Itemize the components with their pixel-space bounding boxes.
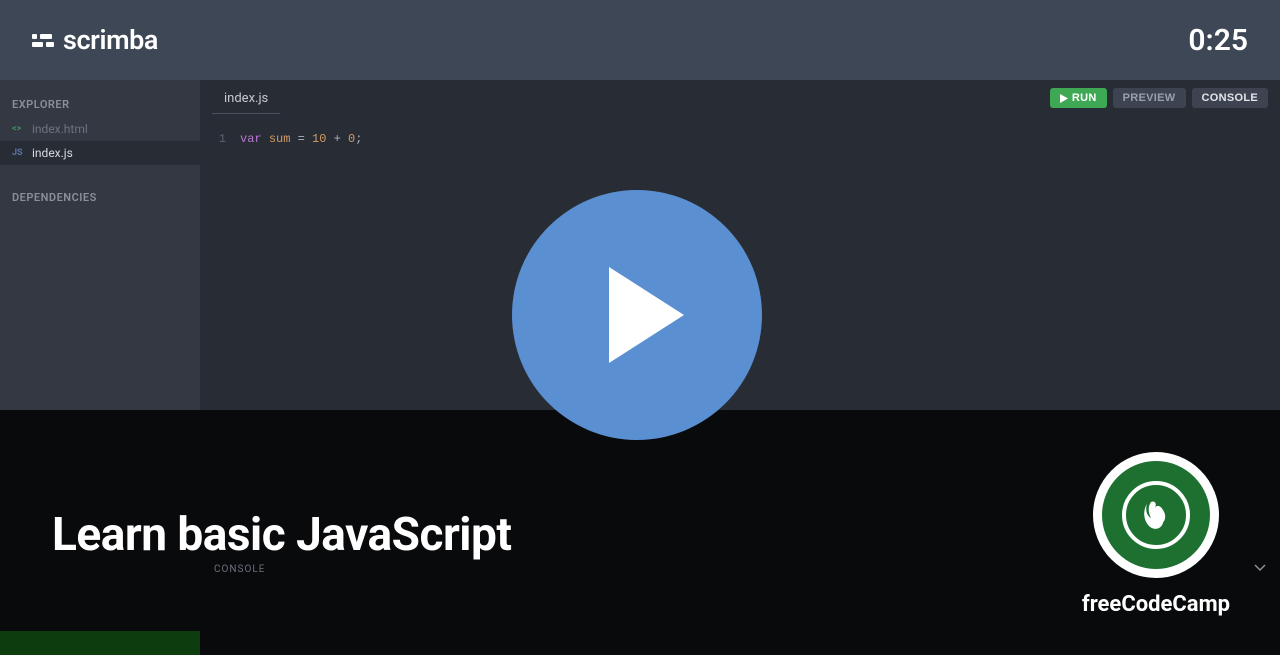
timer-display: 0:25 (1188, 23, 1248, 58)
editor-tab[interactable]: index.js (212, 83, 280, 114)
code-equals: = (298, 132, 305, 146)
file-name: index.html (32, 122, 88, 136)
file-name: index.js (32, 146, 73, 160)
console-panel-label: CONSOLE (214, 564, 265, 575)
run-button[interactable]: RUN (1050, 88, 1107, 108)
freecodecamp-logo-icon (1102, 461, 1210, 569)
play-button[interactable] (512, 190, 762, 440)
preview-button-label: PREVIEW (1123, 92, 1176, 104)
logo-mark-icon (32, 34, 54, 47)
progress-strip (0, 631, 200, 655)
dependencies-heading: DEPENDENCIES (0, 185, 200, 210)
code-keyword: var (240, 132, 262, 146)
code-line: 1 var sum = 10 + 0; (212, 130, 1268, 149)
lesson-title: Learn basic JavaScript (52, 508, 511, 562)
author-badge[interactable]: freeCodeCamp (1082, 452, 1230, 617)
brand-logo[interactable]: scrimba (32, 24, 158, 56)
console-button-label: CONSOLE (1202, 92, 1259, 104)
file-item-index-js[interactable]: JS index.js (0, 141, 200, 165)
code-plus: + (334, 132, 341, 146)
html-file-icon: <> (12, 124, 26, 134)
js-file-icon: JS (12, 148, 26, 158)
preview-button[interactable]: PREVIEW (1113, 88, 1186, 108)
file-sidebar: EXPLORER <> index.html JS index.js DEPEN… (0, 80, 200, 410)
code-editor[interactable]: 1 var sum = 10 + 0; (200, 116, 1280, 163)
brand-name: scrimba (63, 24, 158, 56)
line-number: 1 (212, 130, 240, 149)
author-avatar (1093, 452, 1219, 578)
explorer-heading: EXPLORER (0, 92, 200, 117)
play-icon (1060, 94, 1068, 103)
chevron-down-icon (1254, 564, 1266, 575)
code-semicolon: ; (355, 132, 362, 146)
editor-header: index.js RUN PREVIEW CONSOLE (200, 80, 1280, 116)
file-item-index-html[interactable]: <> index.html (0, 117, 200, 141)
code-number: 10 (312, 132, 326, 146)
code-varname: sum (269, 132, 291, 146)
run-button-label: RUN (1072, 92, 1097, 104)
editor-actions: RUN PREVIEW CONSOLE (1050, 88, 1268, 108)
play-icon (609, 267, 684, 363)
author-name: freeCodeCamp (1082, 592, 1230, 617)
console-button[interactable]: CONSOLE (1192, 88, 1269, 108)
app-header: scrimba 0:25 (0, 0, 1280, 80)
